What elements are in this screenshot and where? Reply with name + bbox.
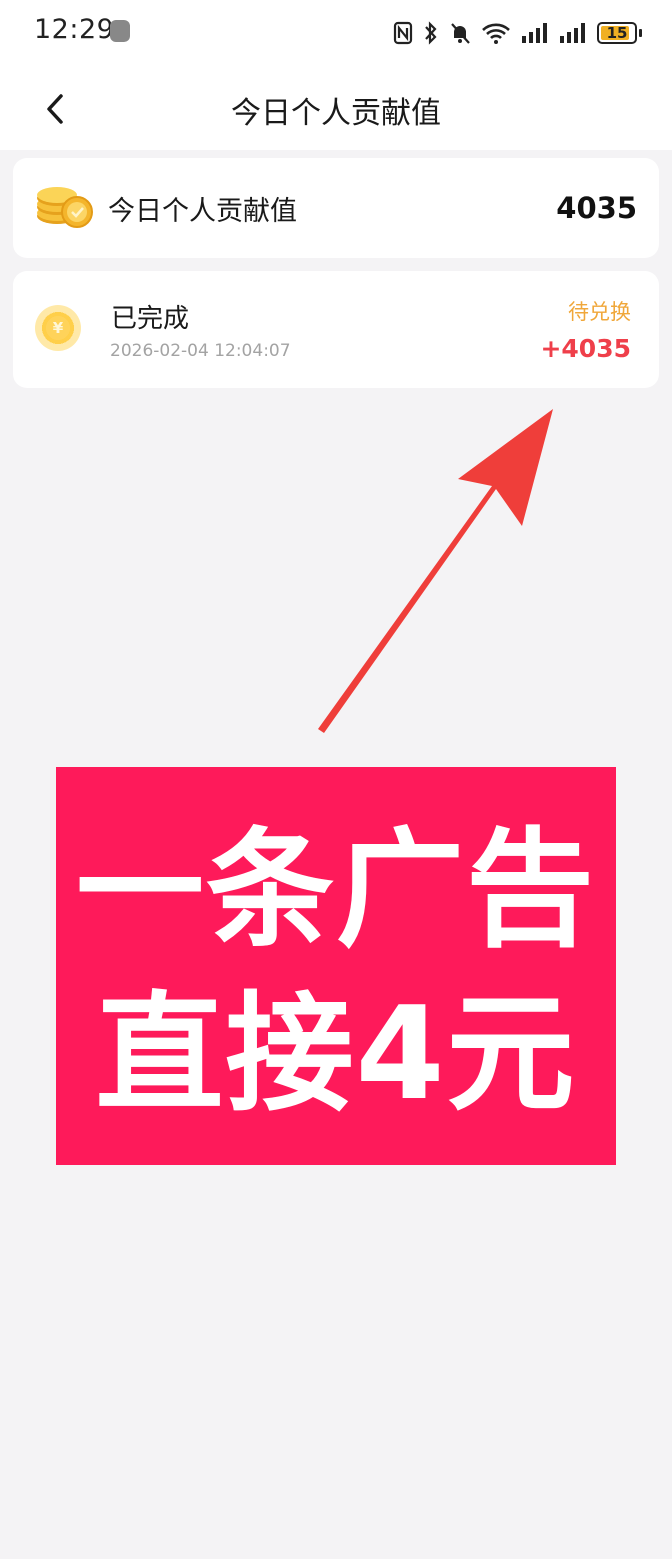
- nav-bar: 今日个人贡献值: [0, 66, 672, 150]
- signal-icon: [560, 23, 585, 43]
- record-timestamp: 2026-02-04 12:04:07: [110, 341, 291, 361]
- status-bar: 12:29 15: [0, 0, 672, 66]
- battery-cap: [639, 29, 642, 37]
- contribution-record-item[interactable]: ¥ 已完成 2026-02-04 12:04:07 待兑换 +4035: [13, 271, 659, 388]
- battery-icon: 15: [597, 22, 637, 44]
- yuan-glyph: ¥: [52, 319, 64, 337]
- page-title: 今日个人贡献值: [231, 96, 441, 131]
- coin-stack-icon: [37, 187, 93, 228]
- mute-bell-icon: [451, 23, 470, 44]
- battery-level: 15: [606, 24, 628, 42]
- record-status: 已完成: [111, 304, 190, 334]
- wifi-icon: [482, 23, 510, 44]
- yuan-coin-icon: ¥: [35, 305, 81, 351]
- status-icons: 15: [393, 18, 642, 48]
- promo-line-1: 一条广告: [75, 816, 596, 965]
- notification-avatar-icon: [110, 20, 130, 42]
- nfc-icon: [393, 21, 413, 45]
- record-amount: +4035: [540, 334, 631, 363]
- summary-label: 今日个人贡献值: [108, 196, 297, 227]
- status-time: 12:29: [34, 14, 115, 45]
- contribution-summary-card: 今日个人贡献值 4035: [13, 158, 659, 258]
- exchange-state-label: 待兑换: [568, 300, 631, 324]
- signal-icon: [522, 23, 547, 43]
- summary-value: 4035: [556, 191, 637, 225]
- bluetooth-icon: [425, 21, 437, 45]
- promo-banner: 一条广告 直接4元: [56, 767, 616, 1165]
- promo-line-2: 直接4元: [95, 980, 577, 1129]
